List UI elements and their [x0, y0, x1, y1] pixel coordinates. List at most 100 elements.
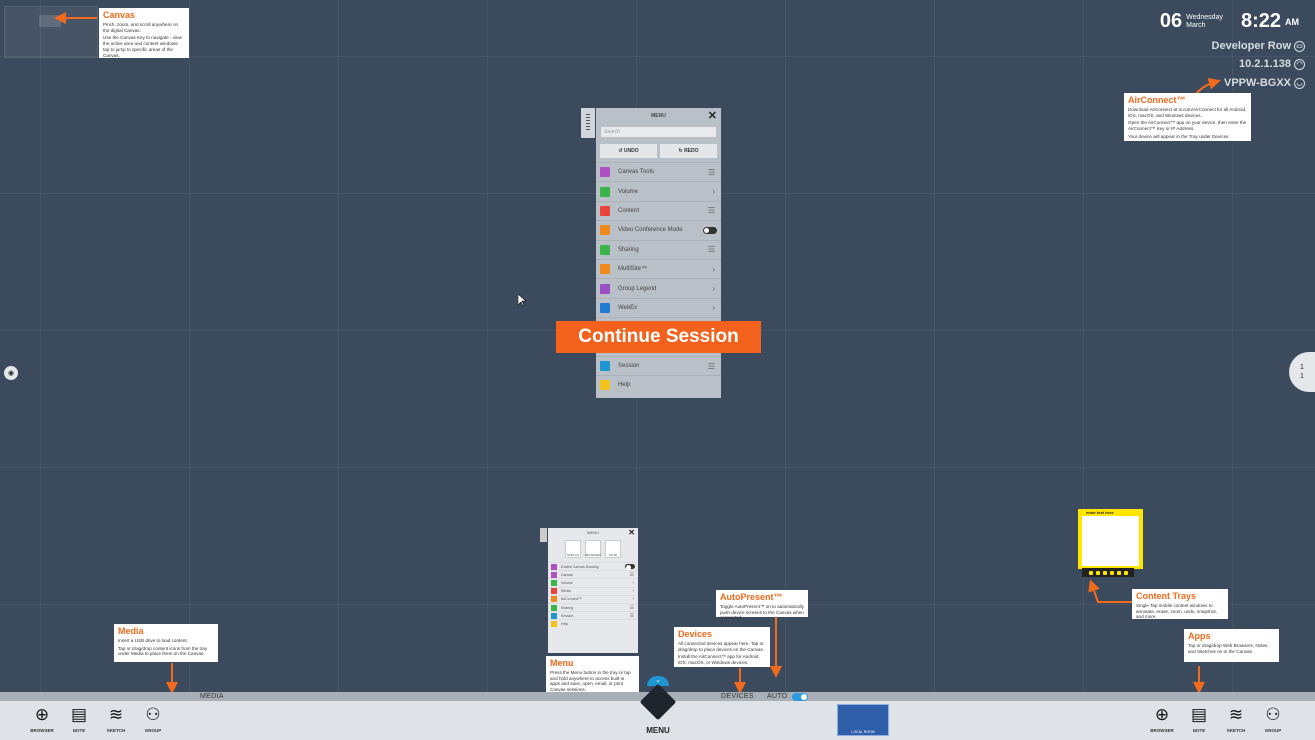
list-icon: ☰: [629, 604, 634, 611]
menu-item[interactable]: Sharing ☰: [596, 239, 721, 259]
minimap-viewport[interactable]: [39, 15, 61, 27]
mini-menu-item-icon: [551, 563, 557, 570]
menu-item[interactable]: Video Conference Mode: [596, 220, 721, 239]
callout-text: Open the AirConnect™ app on your device,…: [1128, 120, 1247, 132]
undo-button[interactable]: ↺ UNDO: [600, 144, 657, 158]
date-weekday: Wednesday: [1186, 13, 1223, 21]
menu-search-input[interactable]: Search: [600, 126, 717, 138]
menu-item-icon: [600, 380, 610, 391]
note-body: [1082, 516, 1139, 566]
close-icon: ✕: [628, 528, 635, 537]
close-icon[interactable]: ✕: [708, 109, 717, 122]
callout-text: Download AirConnect at tv.com/AirConnect…: [1128, 107, 1247, 118]
menu-item[interactable]: Volume ›: [596, 181, 721, 200]
menu-item-label: Canvas Tools: [618, 169, 654, 176]
menu-item[interactable]: Help: [596, 375, 721, 394]
menu-item[interactable]: Content ☰: [596, 200, 721, 220]
mini-menu-item-label: Media: [561, 589, 571, 594]
mini-menu-item: Volume ›: [548, 578, 638, 586]
menu-logo-icon: [639, 683, 677, 721]
tray-button-label: GROUP: [1264, 728, 1282, 733]
callout-media: Media Insert a USB drive to load content…: [114, 624, 218, 662]
mini-menu-item-icon: [551, 588, 557, 595]
list-icon: ☰: [629, 571, 634, 578]
mini-app-tile: NOTE: [605, 540, 621, 558]
menu-item[interactable]: Group Legend ›: [596, 278, 721, 297]
local-room-device[interactable]: LOCAL ROOM: [837, 704, 889, 736]
redo-button[interactable]: ↻ REDO: [660, 144, 717, 158]
mini-menu-item: Session ☰: [548, 611, 638, 619]
menu-header: MENU ✕: [596, 108, 721, 124]
chevron-right-icon: ›: [712, 303, 715, 313]
menu-item-label: Content: [618, 207, 640, 214]
left-edge-handle[interactable]: ◉: [4, 366, 18, 380]
canvas-minimap[interactable]: [4, 6, 98, 58]
tray-devices-tab[interactable]: DEVICES: [721, 693, 754, 700]
list-icon: ☰: [629, 612, 634, 619]
list-icon: ☰: [707, 361, 715, 371]
callout-text: Insert a USB drive to load content.: [118, 638, 188, 643]
mini-menu-item: Help: [548, 619, 638, 627]
callout-airconnect: AirConnect™ Download AirConnect at tv.co…: [1124, 93, 1251, 141]
tray-note-button[interactable]: ▤ NOTE: [1183, 706, 1215, 738]
callout-text: Your device will appear in the Tray unde…: [1128, 133, 1230, 139]
date-weekday-month: Wednesday March: [1186, 14, 1223, 29]
tray-sketch-button[interactable]: ≋ SKETCH: [100, 706, 132, 738]
room-name-row: Developer Row ▭: [1212, 40, 1305, 52]
tray-button-label: SKETCH: [106, 728, 126, 733]
main-menu-panel[interactable]: MENU ✕ Search ↺ UNDO ↻ REDO Canvas Tools…: [581, 108, 721, 398]
menu-item-icon: [600, 186, 610, 197]
chevron-right-icon: ›: [632, 579, 634, 586]
right-edge-handle[interactable]: 1 1: [1289, 352, 1315, 392]
callout-text: Toggle AutoPresent™ on to automatically …: [720, 604, 805, 621]
callout-text: Single Tap mobile content windows to ann…: [1136, 603, 1217, 620]
tray-button-label: BROWSER: [1150, 728, 1174, 733]
continue-session-button[interactable]: Continue Session: [556, 321, 761, 353]
mouse-cursor-icon: [517, 293, 527, 307]
menu-item-label: Session: [618, 363, 640, 370]
tray-browser-button[interactable]: ⊕ BROWSER: [1146, 706, 1178, 738]
menu-item-label: Video Conference Mode: [618, 227, 683, 234]
note-icon: ▤: [1190, 705, 1208, 724]
menu-item-icon: [600, 205, 610, 216]
mini-menu-item-label: Help: [561, 621, 569, 626]
mini-menu-item: AirConnect™ ›: [548, 594, 638, 603]
tray-menu-button[interactable]: ⌄ MENU: [628, 676, 688, 740]
mini-app-tile: BROWSER: [585, 540, 601, 558]
ip-address: 10.2.1.138: [1239, 58, 1291, 70]
menu-item[interactable]: Session ☰: [596, 355, 721, 375]
callout-title: AutoPresent™: [720, 592, 783, 602]
callout-text: Install the AirConnect™ app for Android,…: [678, 654, 760, 666]
mini-menu-item-label: Enable Canvas Drawing: [561, 564, 599, 569]
callout-apps: Apps Tap or drag/drop Web Browsers, Note…: [1184, 629, 1279, 662]
undo-icon: [1109, 570, 1114, 575]
tray-sketch-button[interactable]: ≋ SKETCH: [1220, 706, 1252, 738]
toggle-switch[interactable]: [703, 226, 717, 234]
menu-item[interactable]: WebEx ›: [596, 297, 721, 317]
tray-group-button[interactable]: ⚇ GROUP: [1257, 706, 1289, 738]
autopresent-toggle[interactable]: [792, 693, 808, 701]
menu-item[interactable]: MultiSite™ ›: [596, 258, 721, 278]
mini-menu-item-label: Sharing: [561, 605, 574, 610]
mini-menu-item-icon: [551, 612, 557, 619]
mini-menu-apps: SKETCH BROWSER NOTE: [548, 538, 638, 562]
mini-menu-item: Canvas ☰: [548, 570, 638, 578]
room-name: Developer Row: [1211, 40, 1291, 52]
menu-item-icon: [600, 302, 610, 313]
airconnect-key: VPPW-BGXX: [1223, 77, 1291, 89]
eraser-icon: [1095, 570, 1100, 575]
menu-item-icon: [600, 283, 610, 294]
tray-note-button[interactable]: ▤ NOTE: [63, 706, 95, 738]
monitor-icon: ▭: [1294, 40, 1305, 52]
mini-menu-header: MENU ✕: [548, 528, 638, 538]
menu-item-label: Help: [618, 382, 631, 389]
tray-media-tab[interactable]: MEDIA: [200, 693, 224, 700]
tray-button-label: NOTE: [72, 728, 86, 733]
tray-browser-button[interactable]: ⊕ BROWSER: [26, 706, 58, 738]
participants-count: 1: [1300, 364, 1304, 371]
callout-content-trays: Content Trays Single Tap mobile content …: [1132, 589, 1228, 619]
menu-drag-handle[interactable]: [581, 108, 595, 138]
tray-group-button[interactable]: ⚇ GROUP: [137, 706, 169, 738]
menu-item[interactable]: Canvas Tools ☰: [596, 162, 721, 181]
autopresent-label: AUTO: [767, 693, 788, 700]
